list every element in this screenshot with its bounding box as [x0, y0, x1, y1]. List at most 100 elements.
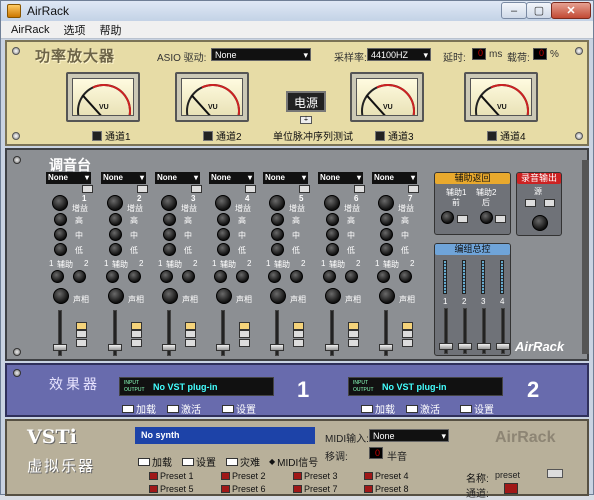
- group-4-fader-cap[interactable]: [496, 343, 510, 350]
- channel-input-select[interactable]: None: [263, 172, 308, 184]
- group-1-fader-cap[interactable]: [439, 343, 453, 350]
- channel-fader-cap[interactable]: [379, 344, 393, 351]
- aux2-send-knob[interactable]: [73, 270, 86, 283]
- menu-help[interactable]: 帮助: [100, 22, 122, 38]
- channel-group-button[interactable]: [348, 322, 359, 330]
- preset-button-1[interactable]: Preset 1: [149, 471, 194, 481]
- eq-low-knob[interactable]: [326, 243, 339, 256]
- aux1-send-knob[interactable]: [160, 270, 173, 283]
- channel-solo-button[interactable]: [76, 330, 87, 338]
- record-level-knob[interactable]: [532, 215, 548, 231]
- aux2-send-knob[interactable]: [345, 270, 358, 283]
- gain-knob[interactable]: [378, 195, 394, 211]
- aux2-send-knob[interactable]: [182, 270, 195, 283]
- channel-assign-button[interactable]: [293, 339, 304, 347]
- midi-input-select[interactable]: None: [369, 429, 449, 443]
- channel-solo-button[interactable]: [348, 330, 359, 338]
- channel-mute-button[interactable]: [82, 185, 93, 193]
- aux1-send-knob[interactable]: [51, 270, 64, 283]
- vsti-settings-button[interactable]: 设置: [182, 454, 216, 469]
- eq-mid-knob[interactable]: [326, 228, 339, 241]
- pan-knob[interactable]: [53, 288, 69, 304]
- pan-knob[interactable]: [216, 288, 232, 304]
- channel-fader-cap[interactable]: [53, 344, 67, 351]
- preset-button-2[interactable]: Preset 2: [221, 471, 266, 481]
- channel-assign-button[interactable]: [348, 339, 359, 347]
- channel-input-select[interactable]: None: [46, 172, 91, 184]
- channel-3-toggle[interactable]: 通道3: [375, 128, 414, 143]
- effect-slot-1[interactable]: INPUT OUTPUT No VST plug-in: [119, 377, 274, 396]
- channel-solo-button[interactable]: [402, 330, 413, 338]
- effect-1-settings-button[interactable]: 设置: [222, 401, 256, 416]
- channel-select[interactable]: [504, 483, 518, 494]
- gain-knob[interactable]: [52, 195, 68, 211]
- pan-knob[interactable]: [162, 288, 178, 304]
- channel-solo-button[interactable]: [293, 330, 304, 338]
- aux2-send-knob[interactable]: [128, 270, 141, 283]
- eq-mid-knob[interactable]: [109, 228, 122, 241]
- eq-low-knob[interactable]: [163, 243, 176, 256]
- aux1-send-knob[interactable]: [214, 270, 227, 283]
- channel-input-select[interactable]: None: [372, 172, 417, 184]
- transpose-value[interactable]: 0: [369, 447, 383, 459]
- power-button[interactable]: 电源: [286, 91, 326, 112]
- preset-button-6[interactable]: Preset 6: [221, 484, 266, 494]
- channel-group-button[interactable]: [131, 322, 142, 330]
- gain-knob[interactable]: [269, 195, 285, 211]
- effect-1-load-button[interactable]: 加载: [122, 401, 156, 416]
- asio-driver-select[interactable]: None: [211, 48, 311, 62]
- menu-airrack[interactable]: AirRack: [11, 24, 50, 36]
- channel-solo-button[interactable]: [239, 330, 250, 338]
- channel-mute-button[interactable]: [354, 185, 365, 193]
- channel-mute-button[interactable]: [299, 185, 310, 193]
- pulse-test-button[interactable]: ⏚: [300, 116, 312, 124]
- channel-group-button[interactable]: [185, 322, 196, 330]
- eq-high-knob[interactable]: [217, 213, 230, 226]
- eq-high-knob[interactable]: [109, 213, 122, 226]
- channel-assign-button[interactable]: [76, 339, 87, 347]
- vsti-load-button[interactable]: 加载: [138, 454, 172, 469]
- gain-knob[interactable]: [107, 195, 123, 211]
- effect-slot-2[interactable]: INPUT OUTPUT No VST plug-in: [348, 377, 503, 396]
- channel-input-select[interactable]: None: [155, 172, 200, 184]
- channel-mute-button[interactable]: [191, 185, 202, 193]
- channel-mute-button[interactable]: [137, 185, 148, 193]
- channel-fader-cap[interactable]: [216, 344, 230, 351]
- channel-assign-button[interactable]: [131, 339, 142, 347]
- channel-4-toggle[interactable]: 通道4: [487, 128, 526, 143]
- channel-fader-cap[interactable]: [270, 344, 284, 351]
- aux2-send-knob[interactable]: [236, 270, 249, 283]
- preset-name-value[interactable]: preset: [495, 470, 520, 480]
- channel-2-toggle[interactable]: 通道2: [203, 128, 242, 143]
- group-2-fader-cap[interactable]: [458, 343, 472, 350]
- aux1-send-knob[interactable]: [323, 270, 336, 283]
- channel-1-toggle[interactable]: 通道1: [92, 128, 131, 143]
- eq-mid-knob[interactable]: [217, 228, 230, 241]
- pan-knob[interactable]: [108, 288, 124, 304]
- eq-high-knob[interactable]: [380, 213, 393, 226]
- aux-return-2-button[interactable]: [495, 215, 506, 223]
- maximize-button[interactable]: ▢: [526, 2, 552, 19]
- eq-high-knob[interactable]: [326, 213, 339, 226]
- aux-return-1-knob[interactable]: [441, 211, 454, 224]
- preset-button-5[interactable]: Preset 5: [149, 484, 194, 494]
- eq-low-knob[interactable]: [54, 243, 67, 256]
- aux1-send-knob[interactable]: [106, 270, 119, 283]
- preset-button-4[interactable]: Preset 4: [364, 471, 409, 481]
- channel-group-button[interactable]: [293, 322, 304, 330]
- channel-group-button[interactable]: [402, 322, 413, 330]
- channel-assign-button[interactable]: [239, 339, 250, 347]
- effect-2-activate-button[interactable]: 激活: [406, 401, 440, 416]
- eq-low-knob[interactable]: [380, 243, 393, 256]
- channel-solo-button[interactable]: [185, 330, 196, 338]
- aux1-send-knob[interactable]: [377, 270, 390, 283]
- eq-high-knob[interactable]: [54, 213, 67, 226]
- channel-fader-cap[interactable]: [162, 344, 176, 351]
- preset-button-3[interactable]: Preset 3: [293, 471, 338, 481]
- preset-button-7[interactable]: Preset 7: [293, 484, 338, 494]
- channel-input-select[interactable]: None: [318, 172, 363, 184]
- pan-knob[interactable]: [325, 288, 341, 304]
- channel-solo-button[interactable]: [131, 330, 142, 338]
- channel-mute-button[interactable]: [408, 185, 419, 193]
- record-source-left-button[interactable]: [525, 199, 536, 207]
